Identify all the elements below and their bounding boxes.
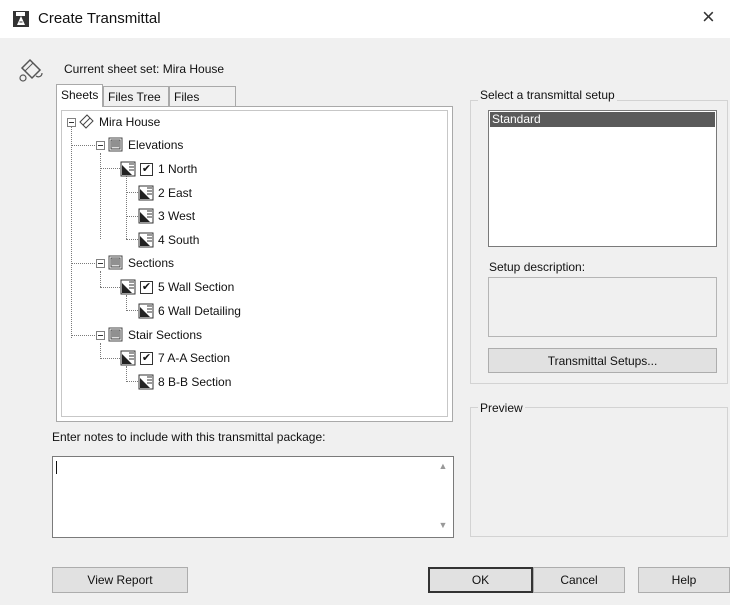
tab-sheets[interactable]: Sheets [56,84,103,107]
tab-files-tree[interactable]: Files Tree [103,86,169,107]
scroll-up-icon[interactable]: ▲ [437,461,449,471]
tree-group-stair-sections[interactable]: Stair Sections [96,325,202,345]
subset-icon [108,255,124,271]
tree-connector [71,145,95,146]
tree-connector [126,366,127,382]
tree-connector [126,192,138,193]
tree-connector [126,216,138,217]
tree-connector [100,153,101,239]
preview-group [470,407,728,537]
tree-connector [126,381,138,382]
tree-group-label: Elevations [128,138,184,152]
tree-group-elevations[interactable]: Elevations [96,135,183,155]
tree-connector [126,310,138,311]
tree-connector [71,125,72,338]
tree-sheet[interactable]: ✔ 7 A-A Section [120,348,230,368]
tree-group-label: Sections [128,256,175,270]
help-button[interactable]: Help [638,567,730,593]
tree-connector [100,287,120,288]
tree-sheet[interactable]: 6 Wall Detailing [138,301,241,321]
sheet-label: 3 West [158,209,196,223]
sheet-icon [120,279,136,295]
tree-sheet[interactable]: 8 B-B Section [138,372,231,392]
tree-root-label: Mira House [99,115,161,129]
text-caret [56,461,57,474]
tab-files-table[interactable]: Files Table [169,86,236,118]
sheet-icon [120,350,136,366]
tree-connector [100,358,120,359]
tree-root[interactable]: Mira House [67,112,160,132]
view-report-button[interactable]: View Report [52,567,188,593]
sheet-checkbox[interactable]: ✔ [140,351,153,365]
tree-connector [100,168,120,169]
sheet-label: 2 East [158,186,193,200]
transmittal-setups-button[interactable]: Transmittal Setups... [488,348,717,373]
autocad-icon [12,10,30,28]
tree-connector [71,263,95,264]
sheet-icon [138,185,154,201]
tree-connector [126,175,127,239]
tree-connector [71,335,95,336]
sheet-tree: Mira House Elevations ✔ 1 North 2 East 3… [61,110,448,417]
sheet-set-icon [16,54,46,84]
tree-connector [100,343,101,359]
setup-description-box [488,277,717,337]
tree-group-sections[interactable]: Sections [96,253,174,273]
sheet-checkbox[interactable]: ✔ [140,162,153,176]
collapse-icon[interactable] [96,140,105,150]
sheet-label: 1 North [158,162,198,176]
sheet-label: 6 Wall Detailing [158,304,241,318]
sheet-icon [138,303,154,319]
sheet-label: 4 South [158,233,200,247]
sheet-icon [138,374,154,390]
ok-button[interactable]: OK [428,567,533,593]
tree-connector [126,295,127,311]
notes-textarea[interactable] [52,456,454,538]
scroll-down-icon[interactable]: ▼ [437,520,449,530]
tree-sheet[interactable]: 3 West [138,206,195,226]
tree-connector [100,271,101,287]
tree-sheet[interactable]: ✔ 1 North [120,159,197,179]
notes-label: Enter notes to include with this transmi… [52,430,326,444]
subset-icon [108,137,124,153]
tree-sheet[interactable]: ✔ 5 Wall Section [120,277,234,297]
sheet-icon [138,232,154,248]
tree-sheet[interactable]: 2 East [138,183,192,203]
collapse-icon[interactable] [67,117,76,127]
sheet-checkbox[interactable]: ✔ [140,280,153,294]
transmittal-setup-group-title: Select a transmittal setup [478,88,617,102]
window-title: Create Transmittal [38,10,161,27]
current-sheet-set-label: Current sheet set: Mira House [64,62,225,76]
preview-group-title: Preview [478,401,525,415]
sheet-label: 8 B-B Section [158,375,232,389]
sheet-set-node-icon [79,114,95,130]
collapse-icon[interactable] [96,258,105,268]
setup-list-item[interactable]: Standard [490,112,715,127]
tree-connector [126,239,138,240]
cancel-button[interactable]: Cancel [533,567,625,593]
subset-icon [108,327,124,343]
sheet-icon [138,208,154,224]
sheet-icon [120,161,136,177]
close-icon[interactable]: × [702,6,715,28]
tree-sheet[interactable]: 4 South [138,230,199,250]
setup-description-label: Setup description: [489,260,586,274]
sheet-label: 5 Wall Section [158,280,235,294]
transmittal-setup-list[interactable] [488,110,717,247]
sheet-label: 7 A-A Section [158,351,231,365]
collapse-icon[interactable] [96,330,105,340]
tree-group-label: Stair Sections [128,328,203,342]
